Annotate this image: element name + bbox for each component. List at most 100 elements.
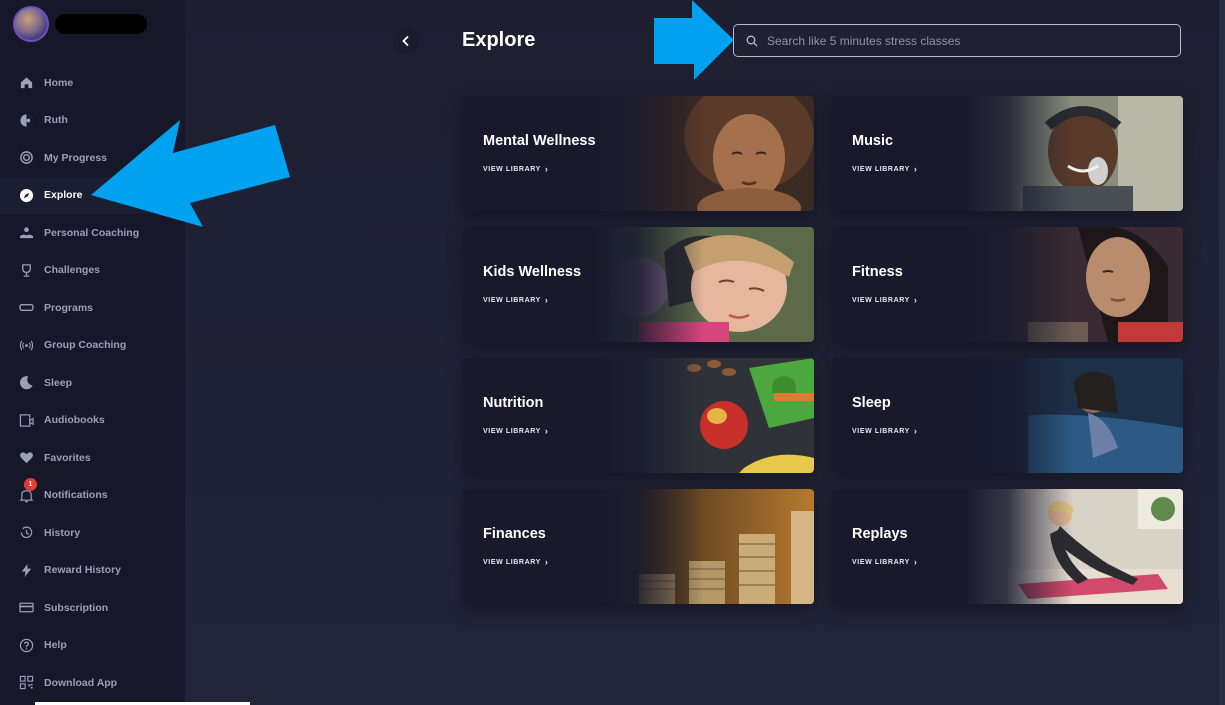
sidebar-item-subscription[interactable]: Subscription bbox=[0, 589, 185, 627]
back-button[interactable] bbox=[393, 28, 419, 54]
card-sleep[interactable]: Sleep VIEW LIBRARY › bbox=[832, 358, 1183, 473]
view-library-label: VIEW LIBRARY bbox=[483, 296, 541, 304]
sidebar-item-programs[interactable]: Programs bbox=[0, 289, 185, 327]
sidebar-item-group-coaching[interactable]: Group Coaching bbox=[0, 327, 185, 365]
chevron-left-icon bbox=[402, 35, 409, 47]
view-library-link[interactable]: VIEW LIBRARY › bbox=[852, 295, 918, 305]
sidebar-item-label: Ruth bbox=[44, 114, 68, 127]
card-kids-wellness[interactable]: Kids Wellness VIEW LIBRARY › bbox=[463, 227, 814, 342]
sidebar-item-label: Notifications bbox=[44, 489, 108, 502]
view-library-label: VIEW LIBRARY bbox=[483, 165, 541, 173]
sidebar-item-label: Subscription bbox=[44, 601, 109, 614]
search-input[interactable] bbox=[765, 32, 1180, 49]
card-mental-wellness[interactable]: Mental Wellness VIEW LIBRARY › bbox=[463, 96, 814, 211]
sidebar-item-label: Group Coaching bbox=[44, 339, 127, 352]
card-title: Kids Wellness bbox=[483, 264, 582, 280]
vertical-scrollbar[interactable] bbox=[1219, 0, 1225, 705]
sidebar-item-sleep[interactable]: Sleep bbox=[0, 364, 185, 402]
annotation-arrow-explore bbox=[91, 120, 290, 227]
card-fade bbox=[963, 227, 1073, 342]
view-library-label: VIEW LIBRARY bbox=[483, 558, 541, 566]
bolt-icon bbox=[18, 562, 34, 578]
sidebar-item-label: History bbox=[44, 526, 81, 539]
view-library-link[interactable]: VIEW LIBRARY › bbox=[852, 557, 918, 567]
card-title: Fitness bbox=[852, 264, 903, 280]
card-fade bbox=[594, 96, 704, 211]
annotation-arrow-search bbox=[654, 0, 734, 80]
card-title: Finances bbox=[483, 526, 546, 542]
sidebar-item-reward-history[interactable]: Reward History bbox=[0, 552, 185, 590]
chevron-right-icon: › bbox=[913, 164, 918, 174]
help-icon bbox=[18, 637, 34, 653]
chevron-right-icon: › bbox=[544, 295, 549, 305]
view-library-link[interactable]: VIEW LIBRARY › bbox=[483, 295, 549, 305]
card-title: Mental Wellness bbox=[483, 133, 596, 149]
card-title: Replays bbox=[852, 526, 908, 542]
sidebar-item-label: Favorites bbox=[44, 451, 91, 464]
sidebar-item-history[interactable]: History bbox=[0, 514, 185, 552]
view-library-link[interactable]: VIEW LIBRARY › bbox=[852, 426, 918, 436]
card-fade bbox=[963, 358, 1073, 473]
search-bar[interactable] bbox=[733, 24, 1181, 57]
sidebar-item-download-app[interactable]: Download App bbox=[0, 664, 185, 702]
moon-icon bbox=[18, 375, 34, 391]
sidebar-item-home[interactable]: Home bbox=[0, 64, 185, 102]
sidebar-item-label: Sleep bbox=[44, 376, 73, 389]
sidebar-item-label: Explore bbox=[44, 189, 83, 202]
view-library-label: VIEW LIBRARY bbox=[852, 296, 910, 304]
view-library-link[interactable]: VIEW LIBRARY › bbox=[483, 164, 549, 174]
ruth-icon bbox=[18, 112, 34, 128]
view-library-label: VIEW LIBRARY bbox=[483, 427, 541, 435]
audiobook-icon bbox=[18, 412, 34, 428]
profile[interactable] bbox=[13, 6, 147, 42]
sidebar-item-label: Help bbox=[44, 639, 67, 652]
sidebar-item-help[interactable]: Help bbox=[0, 627, 185, 665]
sidebar-item-challenges[interactable]: Challenges bbox=[0, 252, 185, 290]
card-title: Music bbox=[852, 133, 894, 149]
sidebar: Home Ruth My Progress Explore Personal C… bbox=[0, 0, 250, 705]
card-fade bbox=[963, 489, 1073, 604]
card-fade bbox=[594, 227, 704, 342]
view-library-link[interactable]: VIEW LIBRARY › bbox=[483, 426, 549, 436]
heart-icon bbox=[18, 450, 34, 466]
notification-badge: 1 bbox=[24, 478, 37, 492]
view-library-link[interactable]: VIEW LIBRARY › bbox=[852, 164, 918, 174]
chevron-right-icon: › bbox=[544, 426, 549, 436]
page-title: Explore bbox=[462, 29, 536, 51]
sidebar-item-label: Home bbox=[44, 76, 74, 89]
sidebar-item-label: Reward History bbox=[44, 564, 122, 577]
sidebar-item-label: Programs bbox=[44, 301, 94, 314]
card-finances[interactable]: Finances VIEW LIBRARY › bbox=[463, 489, 814, 604]
avatar[interactable] bbox=[13, 6, 49, 42]
sidebar-item-notifications[interactable]: 1 Notifications bbox=[0, 477, 185, 515]
card-replays[interactable]: Replays VIEW LIBRARY › bbox=[832, 489, 1183, 604]
sidebar-item-audiobooks[interactable]: Audiobooks bbox=[0, 402, 185, 440]
sidebar-item-favorites[interactable]: Favorites bbox=[0, 439, 185, 477]
broadcast-icon bbox=[18, 337, 34, 353]
chevron-right-icon: › bbox=[544, 164, 549, 174]
view-library-label: VIEW LIBRARY bbox=[852, 558, 910, 566]
bell-icon: 1 bbox=[18, 478, 37, 503]
card-nutrition[interactable]: Nutrition VIEW LIBRARY › bbox=[463, 358, 814, 473]
view-library-label: VIEW LIBRARY bbox=[852, 427, 910, 435]
card-music[interactable]: Music VIEW LIBRARY › bbox=[832, 96, 1183, 211]
sidebar-item-label: Download App bbox=[44, 676, 118, 689]
trophy-icon bbox=[18, 262, 34, 278]
view-library-label: VIEW LIBRARY bbox=[852, 165, 910, 173]
chevron-right-icon: › bbox=[544, 557, 549, 567]
card-fitness[interactable]: Fitness VIEW LIBRARY › bbox=[832, 227, 1183, 342]
sidebar-item-label: Audiobooks bbox=[44, 414, 105, 427]
home-icon bbox=[18, 75, 34, 91]
programs-icon bbox=[18, 300, 34, 316]
app-window: Home Ruth My Progress Explore Personal C… bbox=[0, 0, 1225, 705]
card-title: Nutrition bbox=[483, 395, 544, 411]
card-icon bbox=[18, 600, 34, 616]
view-library-link[interactable]: VIEW LIBRARY › bbox=[483, 557, 549, 567]
chevron-right-icon: › bbox=[913, 426, 918, 436]
card-title: Sleep bbox=[852, 395, 891, 411]
card-fade bbox=[594, 489, 704, 604]
compass-icon bbox=[18, 187, 34, 203]
qr-icon bbox=[18, 675, 34, 691]
progress-icon bbox=[18, 150, 34, 166]
card-fade bbox=[963, 96, 1073, 211]
